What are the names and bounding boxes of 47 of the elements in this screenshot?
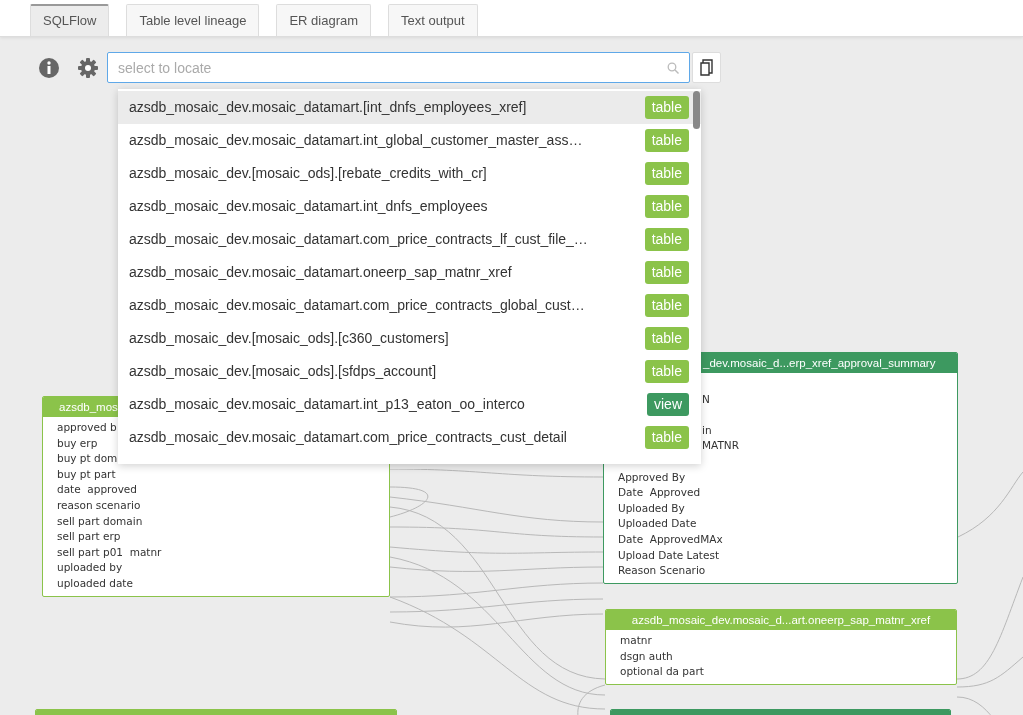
type-tag: table <box>644 327 689 350</box>
column-name: sell part domain <box>57 514 143 527</box>
column-name: Reason Scenario <box>618 564 706 577</box>
column-name: optional da part <box>620 665 704 678</box>
item-label: azsdb_mosaic_dev.mosaic_datamart.com_price_contracts_lf_cust_file_… <box>129 230 588 249</box>
column-name: N <box>702 392 710 405</box>
column-name: Uploaded By <box>618 501 685 514</box>
type-tag: view <box>647 393 689 416</box>
column-name: sell part p01 matnr <box>57 545 162 558</box>
type-tag: table <box>644 426 689 449</box>
item-label: azsdb_mosaic_dev.mosaic_datamart.oneerp_sap_matnr_xref <box>129 263 512 282</box>
item-label: azsdb_mosaic_dev.mosaic_datamart.int_global_customer_master_ass… <box>129 131 583 150</box>
column-name: sell part erp <box>57 530 121 543</box>
type-tag: table <box>644 195 689 218</box>
column-name: dsgn auth <box>620 649 673 662</box>
type-tag: table <box>644 162 689 185</box>
item-label: azsdb_mosaic_dev.[mosaic_ods].[sfdps_account] <box>129 362 437 381</box>
node-title: azsdb_mosaic_dev.mosaic_d...art.oneerp_sap_matnr_xref <box>631 614 931 626</box>
column-name: date approved <box>57 483 137 496</box>
item-label: azsdb_mosaic_dev.mosaic_datamart.[int_dnfs_employees_xref] <box>129 98 527 117</box>
type-tag: table <box>644 228 689 251</box>
item-label: azsdb_mosaic_dev.[mosaic_ods].[c360_customers] <box>129 329 449 348</box>
column-name: Date Approved <box>618 486 701 499</box>
column-name: matnr <box>620 634 652 646</box>
column-name: Date ApprovedMAx <box>618 532 723 545</box>
node-title: azsdb_mos <box>59 401 118 413</box>
column-name: Approved By <box>618 470 686 483</box>
column-name: buy pt dom <box>57 452 118 465</box>
column-name: reason scenario <box>57 498 141 511</box>
node-title: _dev.mosaic_d...erp_xref_approval_summary <box>703 357 936 369</box>
column-name: buy erp <box>57 436 98 449</box>
column-name: in <box>702 423 712 436</box>
type-tag: table <box>644 129 689 152</box>
column-name: Upload Date Latest <box>618 548 719 561</box>
item-label: azsdb_mosaic_dev.mosaic_datamart.com_price_contracts_global_cust… <box>129 296 585 315</box>
column-name: MATNR <box>702 439 739 452</box>
type-tag: table <box>644 261 689 284</box>
type-tag: table <box>644 294 689 317</box>
column-name: Uploaded Date <box>618 517 697 530</box>
column-name: uploaded by <box>57 561 123 574</box>
type-tag: table <box>644 360 689 383</box>
column-name: buy pt part <box>57 467 116 480</box>
column-name: uploaded date <box>57 576 133 589</box>
item-label: azsdb_mosaic_dev.[mosaic_ods].[rebate_credits_with_cr] <box>129 164 487 183</box>
item-label: azsdb_mosaic_dev.mosaic_datamart.int_dnfs_employees <box>129 197 488 216</box>
type-tag: table <box>644 96 689 119</box>
column-name: approved b <box>57 421 117 433</box>
